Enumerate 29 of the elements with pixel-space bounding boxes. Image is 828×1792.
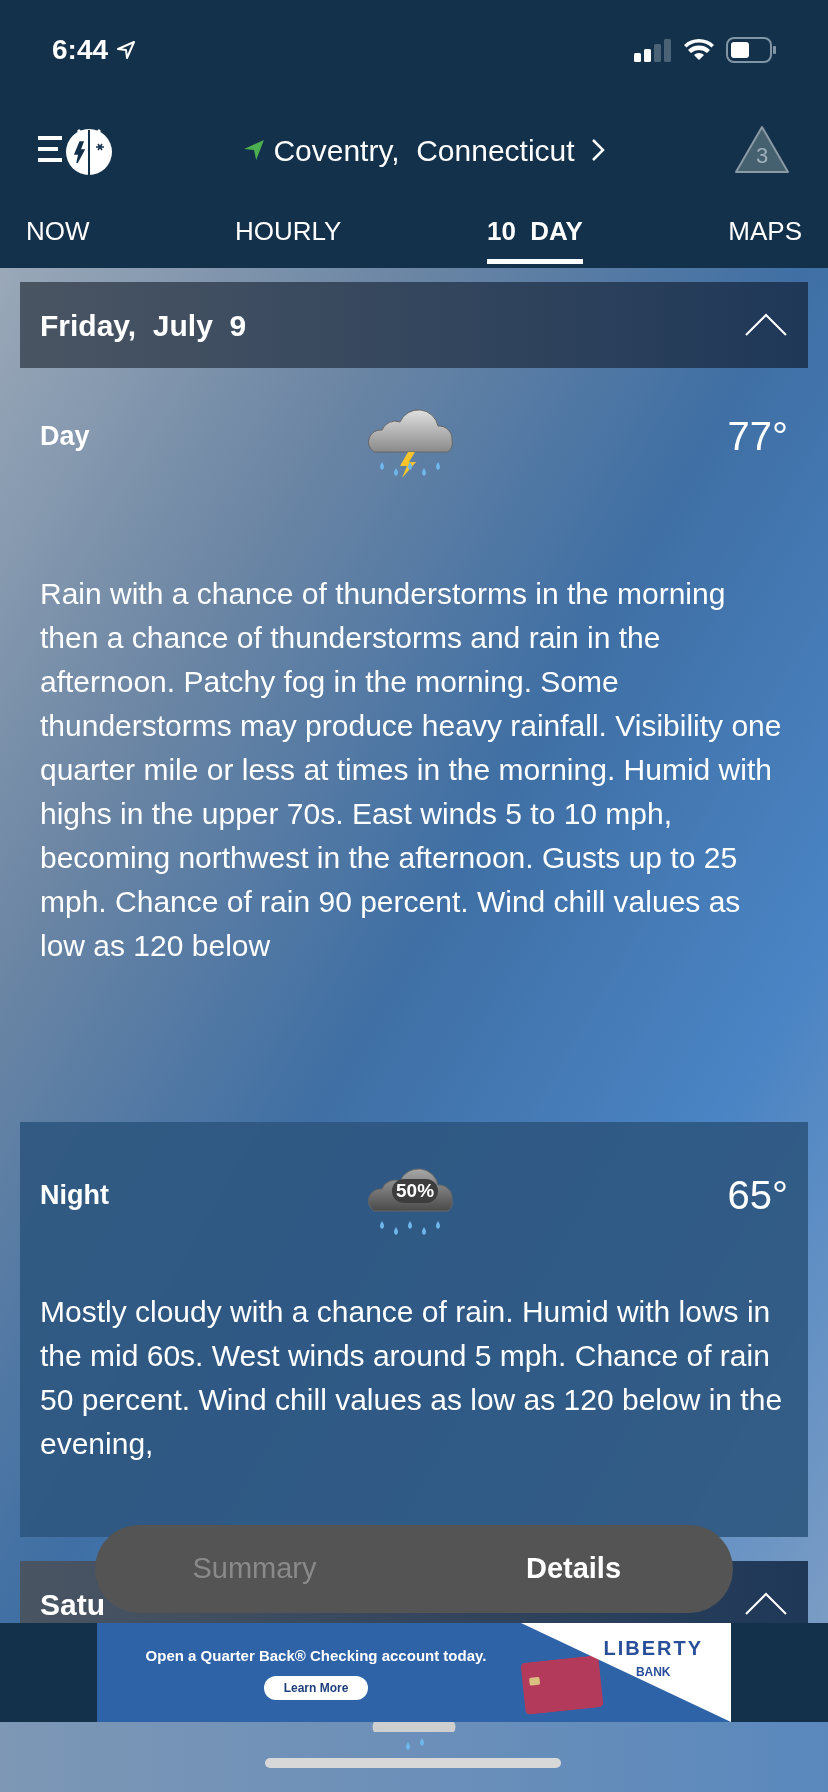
precip-chance: 50% [392, 1179, 439, 1203]
alert-count: 3 [756, 143, 768, 169]
wifi-icon [684, 39, 714, 61]
warning-triangle-icon [734, 125, 790, 175]
battery-icon [726, 37, 776, 63]
forecast-description: Mostly cloudy with a chance of rain. Humid with lows in the mid 60s. West winds around 5 mph. Chance of rain 50 percent. Wind chill values as low as 120 below in the evening, [40, 1294, 784, 1462]
day-header[interactable]: Friday, July 9 [20, 282, 808, 368]
location-arrow-icon [243, 139, 266, 161]
toggle-option[interactable]: Details [414, 1547, 733, 1591]
day-date: Friday, July 9 [40, 307, 247, 344]
temperature: 65° [726, 1172, 788, 1219]
ad-brand-subtitle: BANK [635, 1664, 671, 1681]
day-date: Satu [40, 1586, 105, 1623]
ad-banner[interactable]: Open a Quarter Back® Checking account today. Learn More LIBERTY BANK [97, 1623, 731, 1722]
temperature: 77° [726, 413, 788, 460]
clock: 6:44 [52, 33, 109, 67]
location-arrow-icon [116, 40, 137, 60]
ad-brand: LIBERTY [603, 1636, 703, 1661]
period-label: Night [40, 1178, 110, 1212]
ad-headline: Open a Quarter Back® Checking account today. [145, 1646, 487, 1667]
tab[interactable]: HOURLY [235, 212, 342, 264]
signal-icon [634, 38, 672, 62]
learn-more-button[interactable]: Learn More [263, 1675, 369, 1700]
tab[interactable]: NOW [26, 212, 90, 264]
location-button[interactable]: Coventry, Connecticut [243, 127, 605, 173]
chevron-right-icon [590, 138, 605, 162]
forecast-description: Rain with a chance of thunderstorms in the morning then a chance of thunderstorms and rain in the afternoon. Patchy fog in the morning. Some thunderstorms may produce heavy rainfall. Visibility one quarter mile or less at times in the morning. Humid with highs in the upper 70s. East winds 5 to 10 mph, becoming northwest in the afternoon. Gusts up to 25 mph. Chance of rain 90 percent. Wind chill values as low as 120 below [40, 576, 783, 964]
tab[interactable]: MAPS [728, 212, 802, 264]
period-label: Day [40, 419, 91, 453]
